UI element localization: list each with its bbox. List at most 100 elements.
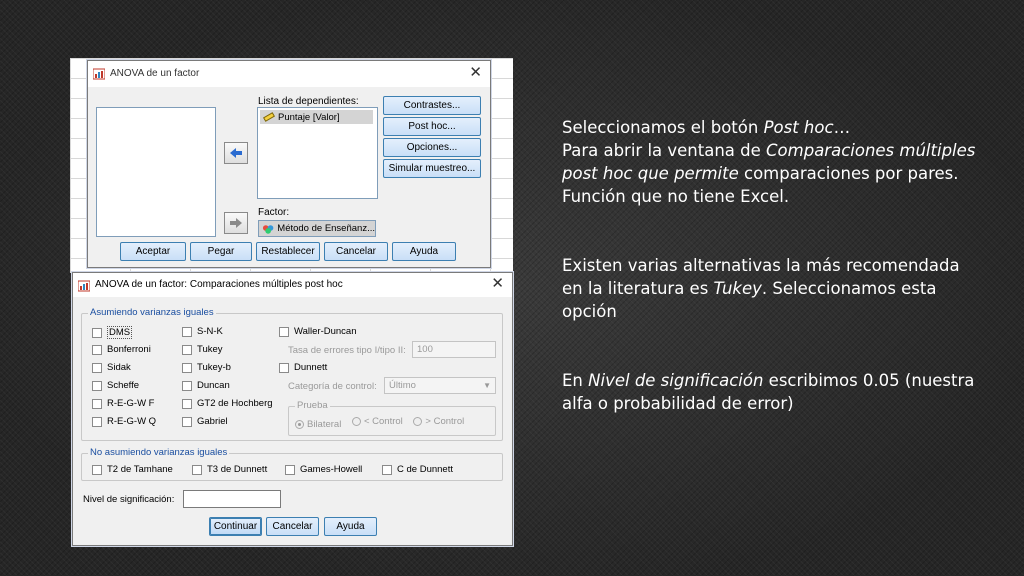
option-label: Duncan xyxy=(197,380,230,391)
error-ratio-value: 100 xyxy=(417,344,433,355)
radio-dot xyxy=(351,417,361,426)
post-hoc-dialog: ANOVA de un factor: Comparaciones múltip… xyxy=(72,272,513,546)
option-label: Waller-Duncan xyxy=(294,326,357,337)
checkbox-box[interactable] xyxy=(182,398,192,409)
checkbox-box[interactable] xyxy=(182,344,192,355)
checkbox-scheffe[interactable]: Scheffe xyxy=(92,380,139,391)
checkbox-box[interactable] xyxy=(92,362,102,373)
simulate-sampling-label: Simular muestreo... xyxy=(388,163,476,174)
checkbox-tamhane[interactable]: T2 de Tamhane xyxy=(92,464,173,475)
option-label: S-N-K xyxy=(197,326,223,337)
error-ratio-label: Tasa de errores tipo I/tipo II: xyxy=(288,345,406,356)
checkbox-tukey-b[interactable]: Tukey-b xyxy=(182,362,231,373)
option-label: DMS xyxy=(107,326,133,339)
error-ratio-input[interactable]: 100 xyxy=(412,341,496,358)
checkbox-box[interactable] xyxy=(192,464,202,475)
unequal-variances-title: No asumiendo varianzas iguales xyxy=(88,447,230,458)
checkbox-snk[interactable]: S-N-K xyxy=(182,326,223,337)
factor-variable-item[interactable]: Método de Enseñanz... xyxy=(258,220,376,237)
checkbox-games-howell[interactable]: Games-Howell xyxy=(285,464,362,475)
checkbox-t3-dunnett[interactable]: T3 de Dunnett xyxy=(192,464,267,475)
checkbox-duncan[interactable]: Duncan xyxy=(182,380,230,391)
text-emphasis: Nivel de significación xyxy=(588,371,764,390)
post-hoc-button[interactable]: Post hoc... xyxy=(383,117,481,136)
checkbox-dms[interactable]: DMS xyxy=(92,326,133,339)
checkbox-box[interactable] xyxy=(92,327,102,338)
radio-two-sided[interactable]: Bilateral xyxy=(295,419,341,430)
arrow-right-icon xyxy=(230,218,242,228)
close-icon[interactable]: ✕ xyxy=(469,65,482,81)
checkbox-box[interactable] xyxy=(182,326,192,337)
cancel-button[interactable]: Cancelar xyxy=(266,517,319,536)
explanation-text-tukey: Existen varias alternativas la más recom… xyxy=(562,254,982,323)
move-to-dependents-button[interactable] xyxy=(224,142,248,164)
control-category-select[interactable]: Último ▼ xyxy=(384,377,496,394)
checkbox-gabriel[interactable]: Gabriel xyxy=(182,416,228,427)
post-hoc-title: ANOVA de un factor: Comparaciones múltip… xyxy=(95,279,343,290)
contrasts-button[interactable]: Contrastes... xyxy=(383,96,481,115)
checkbox-box[interactable] xyxy=(92,344,102,355)
checkbox-box[interactable] xyxy=(92,380,102,391)
move-to-factor-button[interactable] xyxy=(224,212,248,234)
significance-label: Nivel de significación: xyxy=(83,494,175,505)
checkbox-waller-duncan[interactable]: Waller-Duncan xyxy=(279,326,356,337)
checkbox-box[interactable] xyxy=(279,326,289,337)
text-segment: Para abrir la ventana de xyxy=(562,141,767,160)
checkbox-box[interactable] xyxy=(382,464,392,475)
checkbox-tukey[interactable]: Tukey xyxy=(182,344,223,355)
checkbox-box[interactable] xyxy=(182,362,192,373)
paragraph-open-window: Para abrir la ventana de Comparaciones m… xyxy=(562,139,982,208)
continue-label: Continuar xyxy=(213,521,258,532)
checkbox-box[interactable] xyxy=(92,398,102,409)
checkbox-sidak[interactable]: Sidak xyxy=(92,362,131,373)
dependent-variable-item[interactable]: Puntaje [Valor] xyxy=(260,110,373,124)
option-label: Sidak xyxy=(107,362,131,373)
checkbox-regwq[interactable]: R-E-G-W Q xyxy=(92,416,156,427)
anova-dialog: ANOVA de un factor ✕ Lista de dependient… xyxy=(87,60,491,268)
option-label: Tukey-b xyxy=(197,362,231,373)
checkbox-box[interactable] xyxy=(92,416,102,427)
checkbox-box[interactable] xyxy=(182,416,192,427)
checkbox-box[interactable] xyxy=(92,464,102,475)
simulate-sampling-button[interactable]: Simular muestreo... xyxy=(383,159,481,178)
close-icon[interactable]: ✕ xyxy=(491,276,504,292)
significance-input[interactable] xyxy=(183,490,281,508)
paste-button[interactable]: Pegar xyxy=(190,242,252,261)
control-category-label: Categoría de control: xyxy=(288,381,377,392)
checkbox-c-dunnett[interactable]: C de Dunnett xyxy=(382,464,453,475)
option-label: R-E-G-W Q xyxy=(107,416,157,427)
reset-button[interactable]: Restablecer xyxy=(256,242,320,261)
text-segment: En xyxy=(562,371,589,390)
checkbox-box[interactable] xyxy=(182,380,192,391)
unequal-variances-group: No asumiendo varianzas iguales T2 de Tam… xyxy=(81,447,503,481)
chevron-down-icon: ▼ xyxy=(483,381,491,390)
checkbox-dunnett[interactable]: Dunnett xyxy=(279,362,327,373)
help-button[interactable]: Ayuda xyxy=(324,517,377,536)
post-hoc-label: Post hoc... xyxy=(408,121,456,132)
variables-list[interactable] xyxy=(96,107,216,237)
option-label: T3 de Dunnett xyxy=(207,464,268,475)
equal-variances-title: Asumiendo varianzas iguales xyxy=(88,307,216,318)
test-group-title: Prueba xyxy=(295,400,330,411)
radio-less-control[interactable]: < Control xyxy=(351,416,403,427)
cancel-label: Cancelar xyxy=(272,521,313,532)
checkbox-box[interactable] xyxy=(285,464,295,475)
text-emphasis: Tukey xyxy=(713,279,762,298)
help-button[interactable]: Ayuda xyxy=(392,242,456,261)
checkbox-bonferroni[interactable]: Bonferroni xyxy=(92,344,151,355)
options-button[interactable]: Opciones... xyxy=(383,138,481,157)
continue-button[interactable]: Continuar xyxy=(209,517,262,536)
checkbox-hochberg[interactable]: GT2 de Hochberg xyxy=(182,398,273,409)
cancel-button[interactable]: Cancelar xyxy=(324,242,388,261)
option-label: C de Dunnett xyxy=(397,464,453,475)
option-label: Games-Howell xyxy=(300,464,363,475)
text-segment: … xyxy=(833,118,851,137)
factor-variable-label: Método de Enseñanz... xyxy=(277,223,375,234)
checkbox-regwf[interactable]: R-E-G-W F xyxy=(92,398,155,409)
dependents-list[interactable]: Puntaje [Valor] xyxy=(257,107,378,199)
test-options: Bilateral < Control > Control xyxy=(295,416,472,430)
post-hoc-titlebar: ANOVA de un factor: Comparaciones múltip… xyxy=(73,273,512,297)
accept-button[interactable]: Aceptar xyxy=(120,242,186,261)
checkbox-box[interactable] xyxy=(279,362,289,373)
radio-greater-control[interactable]: > Control xyxy=(413,416,464,427)
